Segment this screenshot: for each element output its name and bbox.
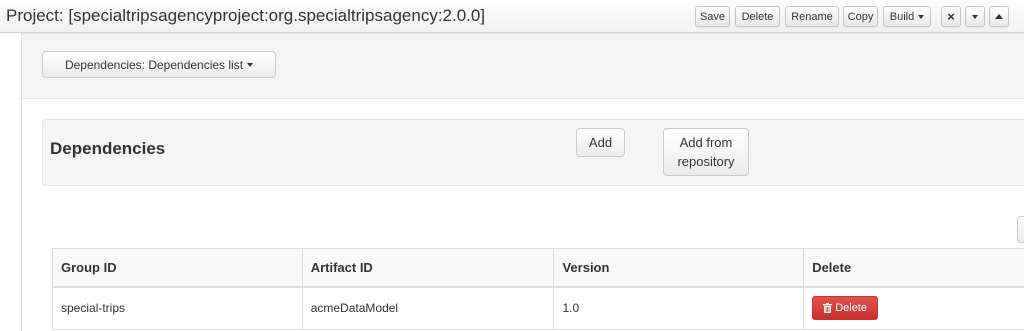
- rename-button[interactable]: Rename: [785, 6, 839, 27]
- header-artifact-id: Artifact ID: [301, 248, 555, 288]
- collapse-button[interactable]: [989, 6, 1009, 27]
- dependencies-panel: [42, 119, 1024, 186]
- delete-label: Delete: [835, 302, 867, 315]
- add-from-repository-button[interactable]: Add from repository: [663, 128, 749, 176]
- more-options-button[interactable]: [965, 6, 985, 27]
- cell-version: 1.0: [553, 286, 805, 330]
- header-delete: Delete: [803, 248, 1024, 288]
- delete-project-button[interactable]: Delete: [735, 6, 780, 27]
- table-row: special-trips acmeDataModel 1.0 Delete: [52, 286, 1024, 330]
- project-title: Project: [specialtripsagencyproject:org.…: [6, 6, 486, 25]
- save-button[interactable]: Save: [695, 6, 730, 27]
- header-version: Version: [553, 248, 805, 288]
- copy-button[interactable]: Copy: [843, 6, 878, 27]
- panel-title: Dependencies: [50, 139, 166, 158]
- cell-delete: Delete: [803, 286, 1024, 330]
- dropdown-label: Dependencies: Dependencies list: [64, 57, 244, 72]
- cell-artifact-id: acmeDataModel: [301, 286, 555, 330]
- build-label: Build: [889, 10, 915, 23]
- header-group-id: Group ID: [52, 248, 303, 288]
- table-header-row: Group ID Artifact ID Version Delete: [52, 248, 1024, 288]
- left-divider: [0, 33, 22, 331]
- close-icon-glyph: ×: [947, 9, 955, 24]
- page: Project: [specialtripsagencyproject:org.…: [0, 0, 1024, 331]
- caret-down-icon: [918, 14, 925, 19]
- add-from-repo-line1: Add from: [679, 135, 733, 150]
- dependencies-view-dropdown[interactable]: Dependencies: Dependencies list: [42, 51, 276, 78]
- delete-dependency-button[interactable]: Delete: [812, 296, 878, 321]
- dependencies-table: Group ID Artifact ID Version Delete spec…: [52, 248, 1024, 330]
- trash-icon: [823, 303, 833, 314]
- add-button[interactable]: Add: [576, 128, 625, 157]
- build-dropdown-button[interactable]: Build: [883, 6, 931, 27]
- caret-down-icon: [972, 14, 978, 19]
- close-icon[interactable]: ×: [941, 6, 961, 27]
- caret-down-icon: [247, 62, 254, 67]
- chevron-up-icon: [995, 14, 1003, 19]
- add-from-repo-line2: repository: [677, 154, 735, 169]
- title-bar: Project: [specialtripsagencyproject:org.…: [0, 0, 1024, 33]
- partially-visible-button[interactable]: [1017, 216, 1024, 243]
- cell-group-id: special-trips: [52, 286, 303, 330]
